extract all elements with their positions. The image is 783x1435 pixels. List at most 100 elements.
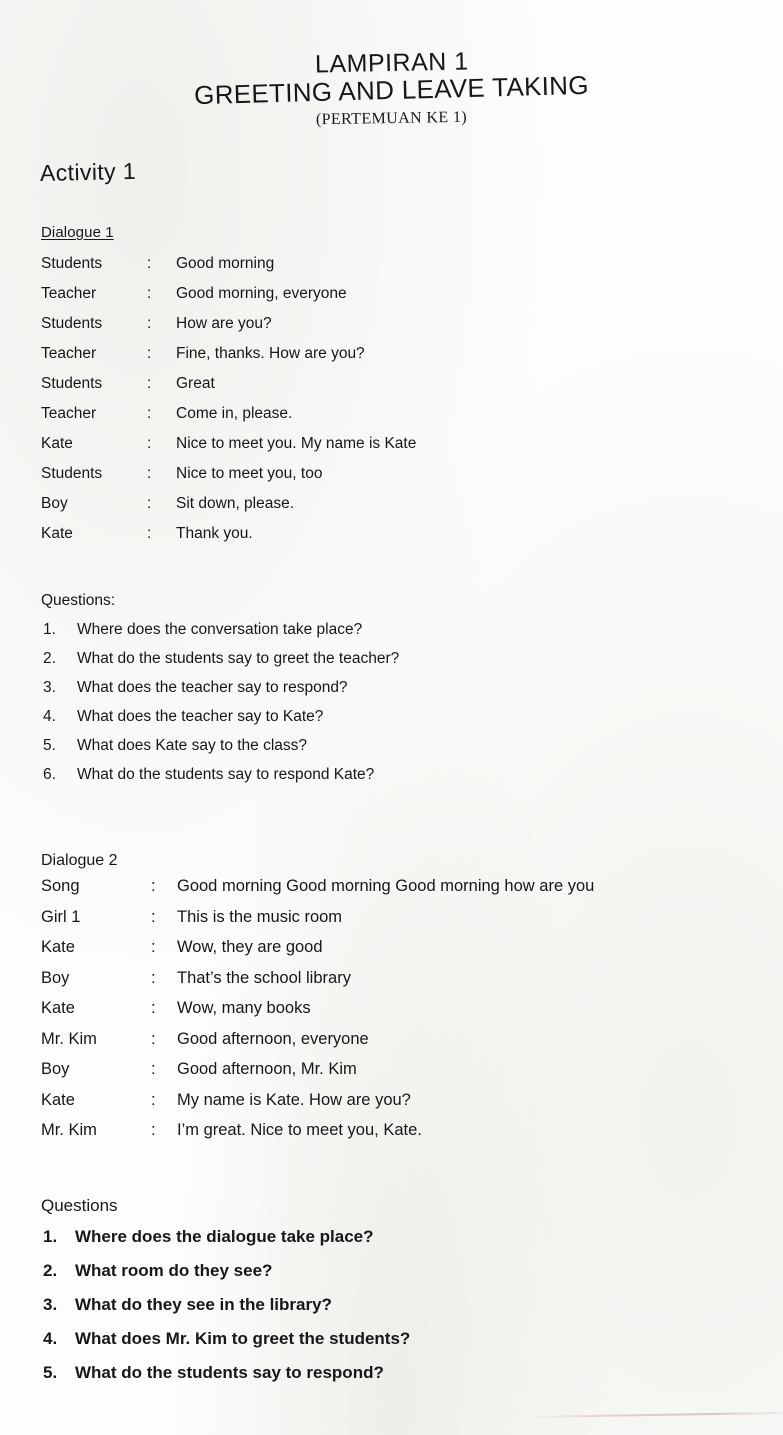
dialogue-text: Good afternoon, Mr. Kim <box>177 1060 357 1078</box>
dialogue-speaker: Students <box>41 375 103 392</box>
dialogue-text: This is the music room <box>177 907 343 926</box>
question-number: 4. <box>43 1329 58 1348</box>
question-item: 6. What do the students say to respond K… <box>0 766 783 795</box>
dialogue-separator: : <box>151 1090 156 1109</box>
question-item: 4. What does the teacher say to Kate? <box>0 708 783 737</box>
dialogue-speaker: Students <box>41 255 103 272</box>
dialogue-speaker: Girl 1 <box>41 907 81 926</box>
question-item: 2. What room do they see? <box>0 1261 783 1295</box>
dialogue-2-lines: Song : Good morning Good morning Good mo… <box>0 877 783 1152</box>
dialogue-separator: : <box>147 315 152 332</box>
dialogue-text: Good morning Good morning Good morning h… <box>177 877 595 895</box>
dialogue-line: Teacher : Fine, thanks. How are you? <box>0 345 783 375</box>
dialogue-line: Kate : Wow, they are good <box>0 938 783 969</box>
dialogue-speaker: Boy <box>41 495 68 512</box>
dialogue-speaker: Kate <box>41 938 75 956</box>
dialogue-separator: : <box>151 1060 156 1078</box>
dialogue-text: Wow, they are good <box>177 938 323 956</box>
dialogue-speaker: Teacher <box>41 285 97 302</box>
dialogue-line: Students : Great <box>0 375 783 405</box>
question-item: 2. What do the students say to greet the… <box>0 650 783 679</box>
question-text: What does the teacher say to Kate? <box>77 708 324 725</box>
question-number: 4. <box>43 708 56 725</box>
questions-list: 1. Where does the dialogue take place? 2… <box>0 1227 783 1397</box>
dialogue-text: Wow, many books <box>177 999 311 1017</box>
questions-list: 1. Where does the conversation take plac… <box>0 621 783 795</box>
question-text: What do they see in the library? <box>75 1295 332 1314</box>
dialogue-line: Kate : My name is Kate. How are you? <box>0 1091 783 1122</box>
dialogue-line: Teacher : Come in, please. <box>0 405 783 435</box>
dialogue-line: Girl 1 : This is the music room <box>0 908 783 939</box>
questions-label: Questions <box>41 1196 118 1215</box>
activity-heading: Activity 1 <box>39 157 137 186</box>
dialogue-text: Great <box>176 375 215 392</box>
dialogue-line: Boy : Good afternoon, Mr. Kim <box>0 1060 783 1091</box>
dialogue-speaker: Students <box>41 315 103 332</box>
dialogue-text: Come in, please. <box>176 405 293 422</box>
dialogue-text: How are you? <box>176 315 272 332</box>
dialogue-speaker: Boy <box>41 968 70 987</box>
dialogue-speaker: Students <box>41 465 103 482</box>
dialogue-speaker: Teacher <box>41 405 97 422</box>
scan-edge-artifact <box>525 1411 783 1419</box>
dialogue-line: Boy : That’s the school library <box>0 969 783 1000</box>
dialogue-speaker: Kate <box>41 999 75 1017</box>
question-text: What room do they see? <box>75 1261 273 1280</box>
dialogue-separator: : <box>151 938 156 956</box>
scanned-worksheet-page: LAMPIRAN 1 GREETING AND LEAVE TAKING (PE… <box>0 0 783 1435</box>
dialogue-1-heading: Dialogue 1 <box>41 224 114 241</box>
question-number: 3. <box>43 679 56 696</box>
dialogue-line: Boy : Sit down, please. <box>0 495 783 525</box>
question-item: 5. What do the students say to respond? <box>0 1363 783 1397</box>
dialogue-separator: : <box>151 1029 156 1048</box>
question-text: What do the students say to greet the te… <box>77 650 400 667</box>
question-item: 1. Where does the conversation take plac… <box>0 621 783 650</box>
dialogue-separator: : <box>147 255 152 272</box>
dialogue-text: Thank you. <box>176 525 253 542</box>
dialogue-speaker: Kate <box>41 525 73 542</box>
dialogue-text: That’s the school library <box>177 968 351 987</box>
dialogue-separator: : <box>147 465 152 482</box>
dialogue-line: Kate : Thank you. <box>0 525 783 555</box>
dialogue-text: Good afternoon, everyone <box>177 1029 369 1048</box>
dialogue-line: Mr. Kim : Good afternoon, everyone <box>0 1030 783 1061</box>
dialogue-text: Nice to meet you. My name is Kate <box>176 435 417 452</box>
dialogue-line: Teacher : Good morning, everyone <box>0 285 783 315</box>
question-number: 5. <box>43 1363 58 1382</box>
dialogue-speaker: Kate <box>41 1090 75 1109</box>
dialogue-text: Fine, thanks. How are you? <box>176 345 365 362</box>
question-text: What do the students say to respond? <box>75 1363 384 1382</box>
question-text: What do the students say to respond Kate… <box>77 766 375 783</box>
dialogue-separator: : <box>147 495 152 512</box>
question-item: 5. What does Kate say to the class? <box>0 737 783 766</box>
dialogue-line: Students : How are you? <box>0 315 783 345</box>
dialogue-speaker: Kate <box>41 435 73 452</box>
dialogue-separator: : <box>151 1121 156 1139</box>
question-number: 6. <box>43 766 56 783</box>
question-text: What does the teacher say to respond? <box>77 679 348 696</box>
dialogue-separator: : <box>147 345 152 362</box>
dialogue-text: Nice to meet you, too <box>176 465 323 482</box>
dialogue-line: Mr. Kim : I’m great. Nice to meet you, K… <box>0 1121 783 1152</box>
dialogue-line: Kate : Nice to meet you. My name is Kate <box>0 435 783 465</box>
questions-label: Questions: <box>41 592 116 609</box>
question-item: 4. What does Mr. Kim to greet the studen… <box>0 1329 783 1363</box>
dialogue-speaker: Boy <box>41 1060 70 1078</box>
dialogue-line: Students : Nice to meet you, too <box>0 465 783 495</box>
dialogue-separator: : <box>147 285 152 302</box>
dialogue-separator: : <box>147 525 152 542</box>
dialogue-speaker: Teacher <box>41 345 97 362</box>
question-text: Where does the dialogue take place? <box>75 1227 374 1246</box>
dialogue-text: I’m great. Nice to meet you, Kate. <box>177 1121 422 1139</box>
dialogue-speaker: Mr. Kim <box>41 1121 97 1139</box>
question-number: 3. <box>43 1295 58 1314</box>
dialogue-speaker: Mr. Kim <box>41 1029 97 1048</box>
dialogue-separator: : <box>151 999 156 1017</box>
document-title-block: LAMPIRAN 1 GREETING AND LEAVE TAKING (PE… <box>0 47 783 127</box>
dialogue-separator: : <box>147 435 152 452</box>
question-text: What does Kate say to the class? <box>77 737 308 754</box>
dialogue-line: Song : Good morning Good morning Good mo… <box>0 877 783 908</box>
question-number: 1. <box>43 621 56 638</box>
dialogue-text: My name is Kate. How are you? <box>177 1090 411 1109</box>
dialogue-line: Students : Good morning <box>0 255 783 285</box>
